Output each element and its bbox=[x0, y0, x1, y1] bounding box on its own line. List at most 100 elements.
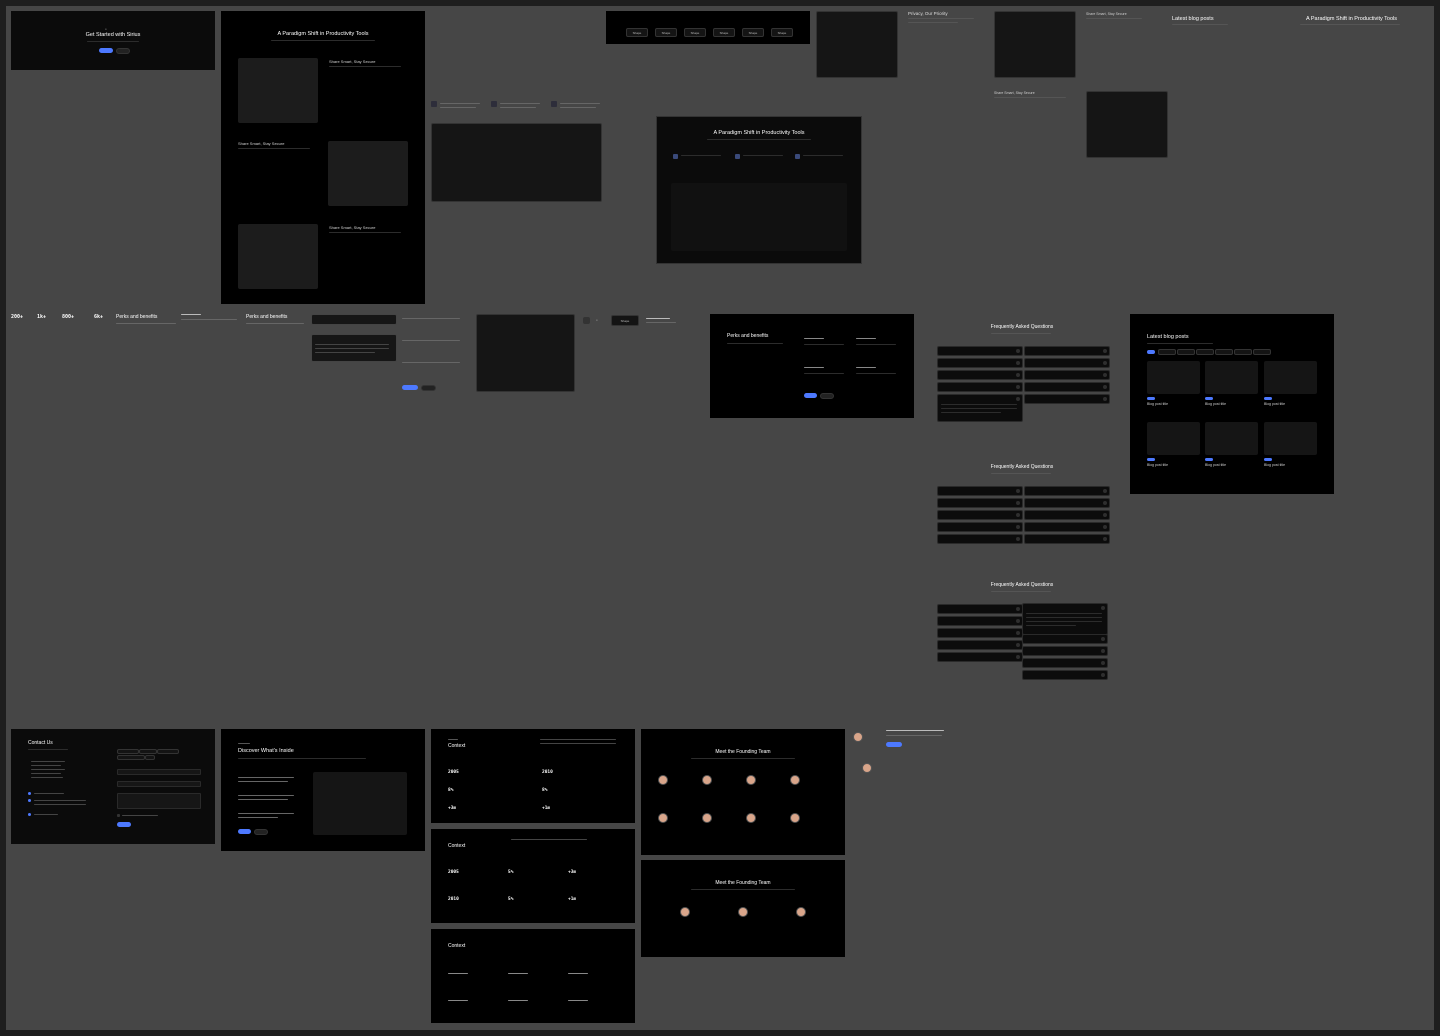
faq1-item-8[interactable] bbox=[1024, 370, 1110, 380]
accordion-q2[interactable] bbox=[311, 334, 397, 362]
contact-email-input[interactable] bbox=[117, 781, 201, 787]
contact-topic-3[interactable] bbox=[157, 749, 179, 754]
blog-filter-1[interactable] bbox=[1158, 349, 1176, 355]
plus-icon bbox=[1103, 525, 1107, 529]
location-icon bbox=[28, 799, 31, 802]
accordion-q1[interactable] bbox=[311, 314, 397, 325]
contact-topic-1[interactable] bbox=[117, 749, 139, 754]
cta-primary-button[interactable] bbox=[99, 48, 113, 53]
avatar bbox=[658, 775, 668, 785]
faq2-item-2[interactable] bbox=[937, 498, 1023, 508]
faq2-item-3[interactable] bbox=[937, 510, 1023, 520]
faq1-item-9[interactable] bbox=[1024, 382, 1110, 392]
image-tile-1 bbox=[816, 11, 898, 78]
faq1-item-2[interactable] bbox=[937, 358, 1023, 368]
faq2-item-1[interactable] bbox=[937, 486, 1023, 496]
avatar bbox=[853, 732, 863, 742]
faq1-item-7[interactable] bbox=[1024, 358, 1110, 368]
cta-secondary-button[interactable] bbox=[116, 48, 130, 54]
contact-message-textarea[interactable] bbox=[117, 793, 201, 809]
loose-note-title bbox=[886, 730, 944, 731]
perks-primary-button[interactable] bbox=[804, 393, 817, 398]
discover-image bbox=[313, 772, 407, 835]
contact-topic-5[interactable] bbox=[145, 755, 155, 760]
plus-icon bbox=[1016, 501, 1020, 505]
stat-value-4: 6k+ bbox=[94, 314, 104, 320]
faq3-item-8[interactable] bbox=[1022, 646, 1108, 656]
consent-checkbox[interactable] bbox=[117, 814, 120, 817]
small-secondary-button[interactable] bbox=[421, 385, 436, 391]
faq2-item-7[interactable] bbox=[1024, 498, 1110, 508]
faq1-item-6[interactable] bbox=[1024, 346, 1110, 356]
small-primary-button[interactable] bbox=[402, 385, 418, 390]
plus-icon bbox=[1016, 373, 1020, 377]
paradigm-image-3 bbox=[238, 224, 318, 289]
context3-item-1 bbox=[448, 973, 468, 974]
discover-secondary-button[interactable] bbox=[254, 829, 268, 835]
blog-post-tag-4 bbox=[1147, 458, 1155, 461]
faq2-item-4[interactable] bbox=[937, 522, 1023, 532]
faq1-item-4[interactable] bbox=[937, 382, 1023, 392]
faq3-item-6-open[interactable] bbox=[1022, 603, 1108, 635]
discover-primary-button[interactable] bbox=[238, 829, 251, 834]
contact-submit-button[interactable] bbox=[117, 822, 131, 827]
contact-topic-4[interactable] bbox=[117, 755, 145, 760]
check-icon[interactable] bbox=[583, 317, 590, 324]
blog-post-title-3[interactable]: Blog post title bbox=[1264, 402, 1285, 406]
contact-topic-2[interactable] bbox=[139, 749, 157, 754]
blog-filter-active[interactable] bbox=[1147, 350, 1155, 354]
faq3-item-5[interactable] bbox=[937, 652, 1023, 662]
blog-filter-6[interactable] bbox=[1253, 349, 1271, 355]
faq3-item-3[interactable] bbox=[937, 628, 1023, 638]
avatar bbox=[796, 907, 806, 917]
faq3-subtitle-line bbox=[991, 591, 1051, 592]
contact-name-input[interactable] bbox=[117, 769, 201, 775]
blog-filter-3[interactable] bbox=[1196, 349, 1214, 355]
faq2-item-9[interactable] bbox=[1024, 522, 1110, 532]
blog-post-title-1[interactable]: Blog post title bbox=[1147, 402, 1168, 406]
blog-filter-2[interactable] bbox=[1177, 349, 1195, 355]
minus-icon bbox=[1016, 397, 1020, 401]
faq2-item-6[interactable] bbox=[1024, 486, 1110, 496]
image-tile-3 bbox=[1086, 91, 1168, 158]
shape-badge[interactable]: Shape bbox=[611, 315, 639, 326]
paradigm-image-1 bbox=[238, 58, 318, 123]
perks-item-3 bbox=[804, 367, 824, 368]
perks-item-1-text bbox=[804, 344, 844, 345]
faq3-item-1[interactable] bbox=[937, 604, 1023, 614]
faq1-item-10[interactable] bbox=[1024, 394, 1110, 404]
blog-post-title-5[interactable]: Blog post title bbox=[1205, 463, 1226, 467]
plus-icon bbox=[1103, 501, 1107, 505]
paradigm-label-title: A Paradigm Shift in Productivity Tools bbox=[1306, 16, 1397, 22]
faq3-item-4[interactable] bbox=[937, 640, 1023, 650]
cta-title: Get Started with Sirius bbox=[85, 32, 141, 38]
faq1-item-5-open[interactable] bbox=[937, 394, 1023, 422]
blog-post-title-2[interactable]: Blog post title bbox=[1205, 402, 1226, 406]
faq1-item-3[interactable] bbox=[937, 370, 1023, 380]
avatar bbox=[746, 813, 756, 823]
faq3-item-2[interactable] bbox=[937, 616, 1023, 626]
plus-icon bbox=[1103, 489, 1107, 493]
perks-item-2 bbox=[856, 338, 876, 339]
faq2-item-10[interactable] bbox=[1024, 534, 1110, 544]
faq1-item-1[interactable] bbox=[937, 346, 1023, 356]
faq2-item-5[interactable] bbox=[937, 534, 1023, 544]
perks-secondary-button[interactable] bbox=[820, 393, 834, 399]
logo-pill-1: Shape bbox=[626, 28, 648, 37]
discover-item-1a bbox=[238, 777, 294, 778]
blog-filter-5[interactable] bbox=[1234, 349, 1252, 355]
perks-label-line bbox=[116, 323, 176, 324]
faq2-item-8[interactable] bbox=[1024, 510, 1110, 520]
faq3-item-9[interactable] bbox=[1022, 658, 1108, 668]
feature-text-1b bbox=[440, 107, 476, 108]
faq3-item-7[interactable] bbox=[1022, 634, 1108, 644]
faq3-item-10[interactable] bbox=[1022, 670, 1108, 680]
blog-post-title-6[interactable]: Blog post title bbox=[1264, 463, 1285, 467]
loose-primary-button[interactable] bbox=[886, 742, 902, 747]
blog-filter-4[interactable] bbox=[1215, 349, 1233, 355]
team2-frame: Meet the Founding Team bbox=[641, 860, 845, 957]
faq3-answer-line-4 bbox=[1026, 625, 1076, 626]
blog-post-title-4[interactable]: Blog post title bbox=[1147, 463, 1168, 467]
logo-pill-2: Shape bbox=[655, 28, 677, 37]
perks-label-title: Perks and benefits bbox=[116, 314, 158, 320]
